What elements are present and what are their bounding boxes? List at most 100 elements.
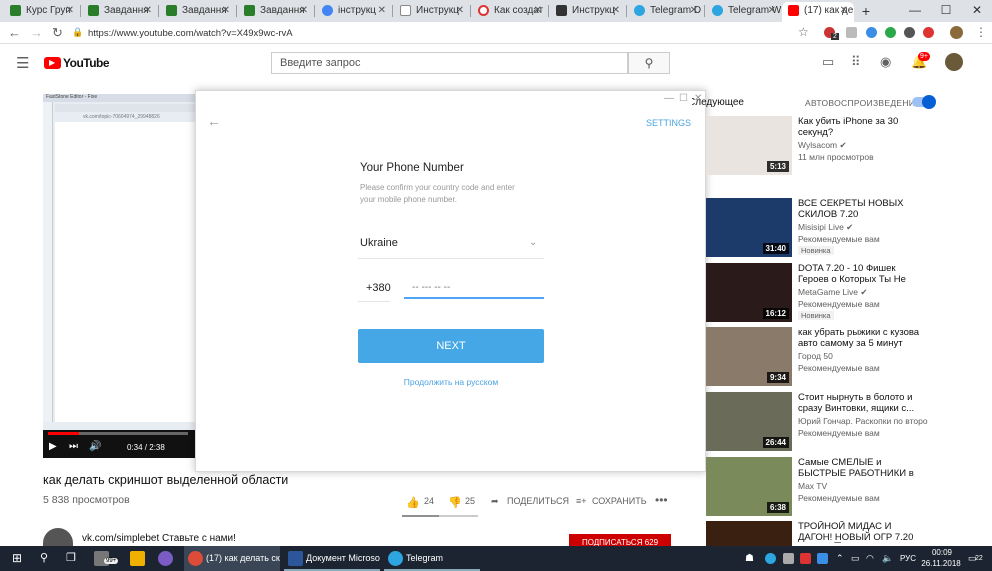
browser-tab[interactable]: Курс Груп ✕ — [4, 2, 80, 22]
save-playlist-icon[interactable]: ≡+ — [576, 496, 587, 506]
search-button[interactable]: ⚲ — [628, 52, 670, 74]
tab-close-icon[interactable]: ✕ — [222, 2, 230, 20]
clock-time[interactable]: 00:09 — [924, 548, 960, 557]
tab-close-icon[interactable]: ✕ — [690, 2, 698, 20]
windows-start-icon[interactable]: ⊞ — [12, 546, 22, 571]
share-arrow-icon[interactable]: ➦ — [491, 496, 499, 507]
browser-tab[interactable]: Telegram W ✕ — [706, 2, 782, 22]
tab-close-icon[interactable]: ✕ — [300, 2, 308, 20]
recommended-video[interactable]: 26:44 Стоит нырнуть в болото и сразу Винт… — [706, 392, 991, 454]
tab-close-icon[interactable]: ✕ — [66, 2, 74, 20]
recommended-video[interactable]: 5:13 Как убить iPhone за 30 секунд? Wylsac… — [706, 116, 991, 178]
country-select[interactable]: Ukraine — [360, 237, 398, 249]
input-language[interactable]: РУС — [900, 546, 916, 571]
tray-telegram-icon[interactable] — [765, 553, 776, 564]
menu-dots-icon[interactable]: ⋮ — [975, 25, 987, 39]
account-avatar[interactable] — [945, 53, 963, 71]
subscribe-button[interactable]: ПОДПИСАТЬСЯ 629 — [569, 534, 671, 546]
browser-tab[interactable]: Завдання ✕ — [160, 2, 236, 22]
tray-chevron-icon[interactable]: ⌃ — [836, 546, 844, 571]
video-thumbnail[interactable]: 5:13 — [706, 116, 792, 175]
progress-bar[interactable] — [48, 432, 188, 435]
youtube-logo-text[interactable]: YouTube — [63, 56, 110, 70]
tab-close-icon[interactable]: ✕ — [378, 2, 386, 20]
recommended-video[interactable]: 16:12 DOTA 7.20 - 10 Фишек Героев о Котор… — [706, 263, 991, 325]
forward-arrow-icon[interactable]: → — [30, 25, 43, 40]
reload-icon[interactable]: ↻ — [52, 25, 63, 41]
dialog-maximize-icon[interactable]: ☐ — [679, 93, 688, 104]
tab-close-icon[interactable]: ✕ — [144, 2, 152, 20]
dialog-minimize-icon[interactable]: — — [664, 93, 674, 104]
profile-avatar[interactable] — [950, 26, 963, 39]
taskbar-app-word[interactable]: Документ Microso... — [284, 546, 380, 571]
file-explorer-icon[interactable] — [130, 551, 145, 566]
volume-icon[interactable]: 🔊 — [89, 441, 101, 452]
browser-tab[interactable]: Telegram D ✕ — [628, 2, 704, 22]
thumbs-down-icon[interactable]: 👎 — [448, 496, 462, 509]
extension-icon[interactable] — [885, 27, 896, 38]
extension-icon[interactable] — [846, 27, 857, 38]
browser-tab[interactable]: Завдання ✕ — [238, 2, 314, 22]
messages-icon[interactable]: ◉ — [880, 54, 891, 70]
extension-icon[interactable] — [923, 27, 934, 38]
video-player[interactable]: FastStone Editor - Fixe vk.com/topic-706… — [43, 94, 195, 458]
upload-video-icon[interactable]: ▭ — [822, 54, 834, 70]
thumbs-up-icon[interactable]: 👍 — [406, 496, 420, 509]
browser-tab[interactable]: інструкц ✕ — [316, 2, 392, 22]
wifi-icon[interactable]: ◠ — [866, 546, 874, 571]
save-button[interactable]: СОХРАНИТЬ — [592, 496, 647, 506]
browser-tab[interactable]: Инструкц ✕ — [394, 2, 470, 22]
next-icon[interactable]: ⏭ — [69, 441, 78, 452]
search-icon[interactable]: ⚲ — [40, 546, 48, 571]
tab-close-icon[interactable]: ✕ — [456, 2, 464, 20]
channel-avatar[interactable] — [43, 528, 73, 546]
video-thumbnail[interactable]: 31:40 — [706, 198, 792, 257]
continue-in-russian-link[interactable]: Продолжить на русском — [360, 377, 542, 387]
back-arrow-icon[interactable]: ← — [8, 25, 21, 40]
chevron-down-icon[interactable]: ⌄ — [529, 237, 537, 248]
recommended-video[interactable]: 6:38 Самые СМЕЛЫЕ и БЫСТРЫЕ РАБОТНИКИ в М… — [706, 457, 991, 519]
country-code-field[interactable]: +380 — [366, 282, 391, 294]
maximize-button[interactable]: ☐ — [931, 0, 961, 22]
hamburger-menu-icon[interactable]: ☰ — [16, 54, 29, 72]
viber-icon[interactable] — [158, 551, 173, 566]
network-icon[interactable]: ▭ — [851, 546, 860, 571]
clock-date[interactable]: 26.11.2018 — [918, 559, 964, 568]
back-arrow-icon[interactable]: ← — [207, 113, 221, 129]
volume-icon[interactable]: 🔈 — [882, 546, 893, 571]
tray-icon[interactable] — [800, 553, 811, 564]
tab-close-icon[interactable]: ✕ — [840, 2, 848, 20]
video-thumbnail[interactable]: 9:34 — [706, 327, 792, 386]
video-thumbnail[interactable]: 6:38 — [706, 457, 792, 516]
tab-close-icon[interactable]: ✕ — [534, 2, 542, 20]
video-thumbnail[interactable]: 26:44 — [706, 392, 792, 451]
browser-tab[interactable]: Завдання ✕ — [82, 2, 158, 22]
recommended-video[interactable]: 31:40 ВСЕ СЕКРЕТЫ НОВЫХ СКИЛОВ 7.20 Misisi… — [706, 198, 991, 260]
url-input[interactable]: https://www.youtube.com/watch?v=X49x9wc-… — [88, 25, 808, 42]
phone-number-input[interactable] — [404, 278, 544, 299]
extension-icon[interactable] — [904, 27, 915, 38]
extension-icon[interactable] — [866, 27, 877, 38]
tray-icon[interactable] — [783, 553, 794, 564]
bookmark-star-icon[interactable]: ☆ — [798, 25, 809, 39]
apps-grid-icon[interactable]: ⠿ — [851, 54, 861, 70]
browser-tab[interactable]: Как создат ✕ — [472, 2, 548, 22]
browser-tab[interactable]: Инструкц ✕ — [550, 2, 626, 22]
recommended-video[interactable]: 9:34 как убрать рыжики с кузова авто само… — [706, 327, 991, 389]
search-input[interactable]: Введите запрос — [271, 52, 628, 74]
video-thumbnail[interactable]: 16:12 — [706, 263, 792, 322]
people-icon[interactable]: ☗ — [745, 546, 754, 571]
close-window-button[interactable]: ✕ — [962, 0, 992, 22]
play-icon[interactable]: ▶ — [49, 441, 57, 452]
tab-close-icon[interactable]: ✕ — [612, 2, 620, 20]
settings-link[interactable]: SETTINGS — [646, 118, 691, 128]
more-actions-icon[interactable]: ••• — [655, 493, 668, 507]
tab-close-icon[interactable]: ✕ — [768, 2, 776, 20]
autoplay-toggle[interactable] — [912, 95, 936, 109]
task-view-icon[interactable]: ❐ — [66, 546, 76, 571]
taskbar-app-telegram[interactable]: Telegram — [384, 546, 480, 571]
tray-icon[interactable] — [817, 553, 828, 564]
new-tab-button[interactable]: + — [856, 2, 876, 22]
share-button[interactable]: ПОДЕЛИТЬСЯ — [507, 496, 569, 506]
next-button[interactable]: NEXT — [358, 329, 544, 363]
